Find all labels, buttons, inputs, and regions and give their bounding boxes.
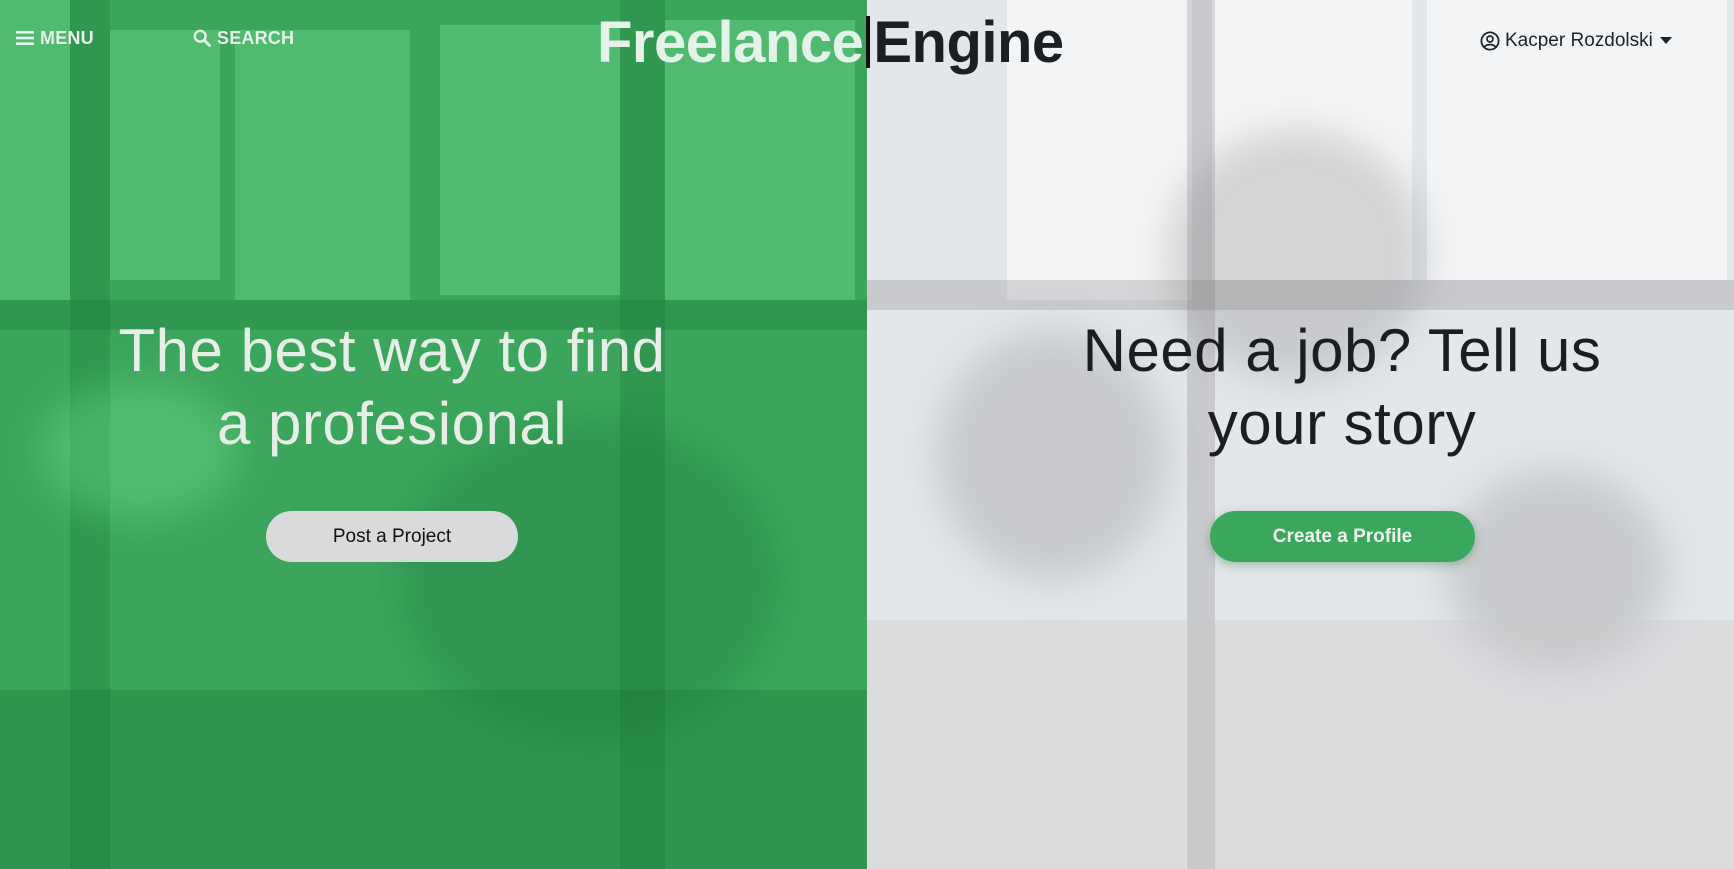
top-navigation-bar: MENU SEARCH Freelance Engine Kacper Rozd…	[0, 0, 1734, 80]
background-photo-region	[0, 690, 867, 869]
search-icon	[193, 29, 211, 47]
user-menu[interactable]: Kacper Rozdolski	[1480, 28, 1672, 54]
caret-down-icon	[1659, 37, 1672, 45]
menu-label: MENU	[40, 27, 94, 48]
right-headline-line2: your story	[1207, 390, 1477, 457]
user-circle-icon	[1480, 31, 1500, 51]
hamburger-icon	[16, 30, 34, 46]
right-headline-line1: Need a job? Tell us	[1082, 317, 1602, 384]
left-headline: The best way to find a profesional	[82, 314, 702, 460]
site-logo[interactable]: Freelance Engine	[597, 9, 1064, 75]
background-photo-region	[867, 620, 1734, 869]
post-project-button[interactable]: Post a Project	[266, 511, 518, 562]
search-button[interactable]: SEARCH	[193, 26, 294, 50]
create-profile-button[interactable]: Create a Profile	[1210, 511, 1475, 562]
left-headline-line1: The best way to find	[118, 317, 666, 384]
user-name: Kacper Rozdolski	[1505, 30, 1653, 51]
logo-text-engine: Engine	[873, 9, 1064, 75]
logo-text-freelance: Freelance	[597, 9, 864, 75]
menu-button[interactable]: MENU	[16, 26, 94, 50]
search-label: SEARCH	[217, 27, 295, 48]
logo-divider	[866, 16, 871, 68]
left-headline-line2: a profesional	[216, 390, 568, 457]
right-headline: Need a job? Tell us your story	[1032, 314, 1652, 460]
